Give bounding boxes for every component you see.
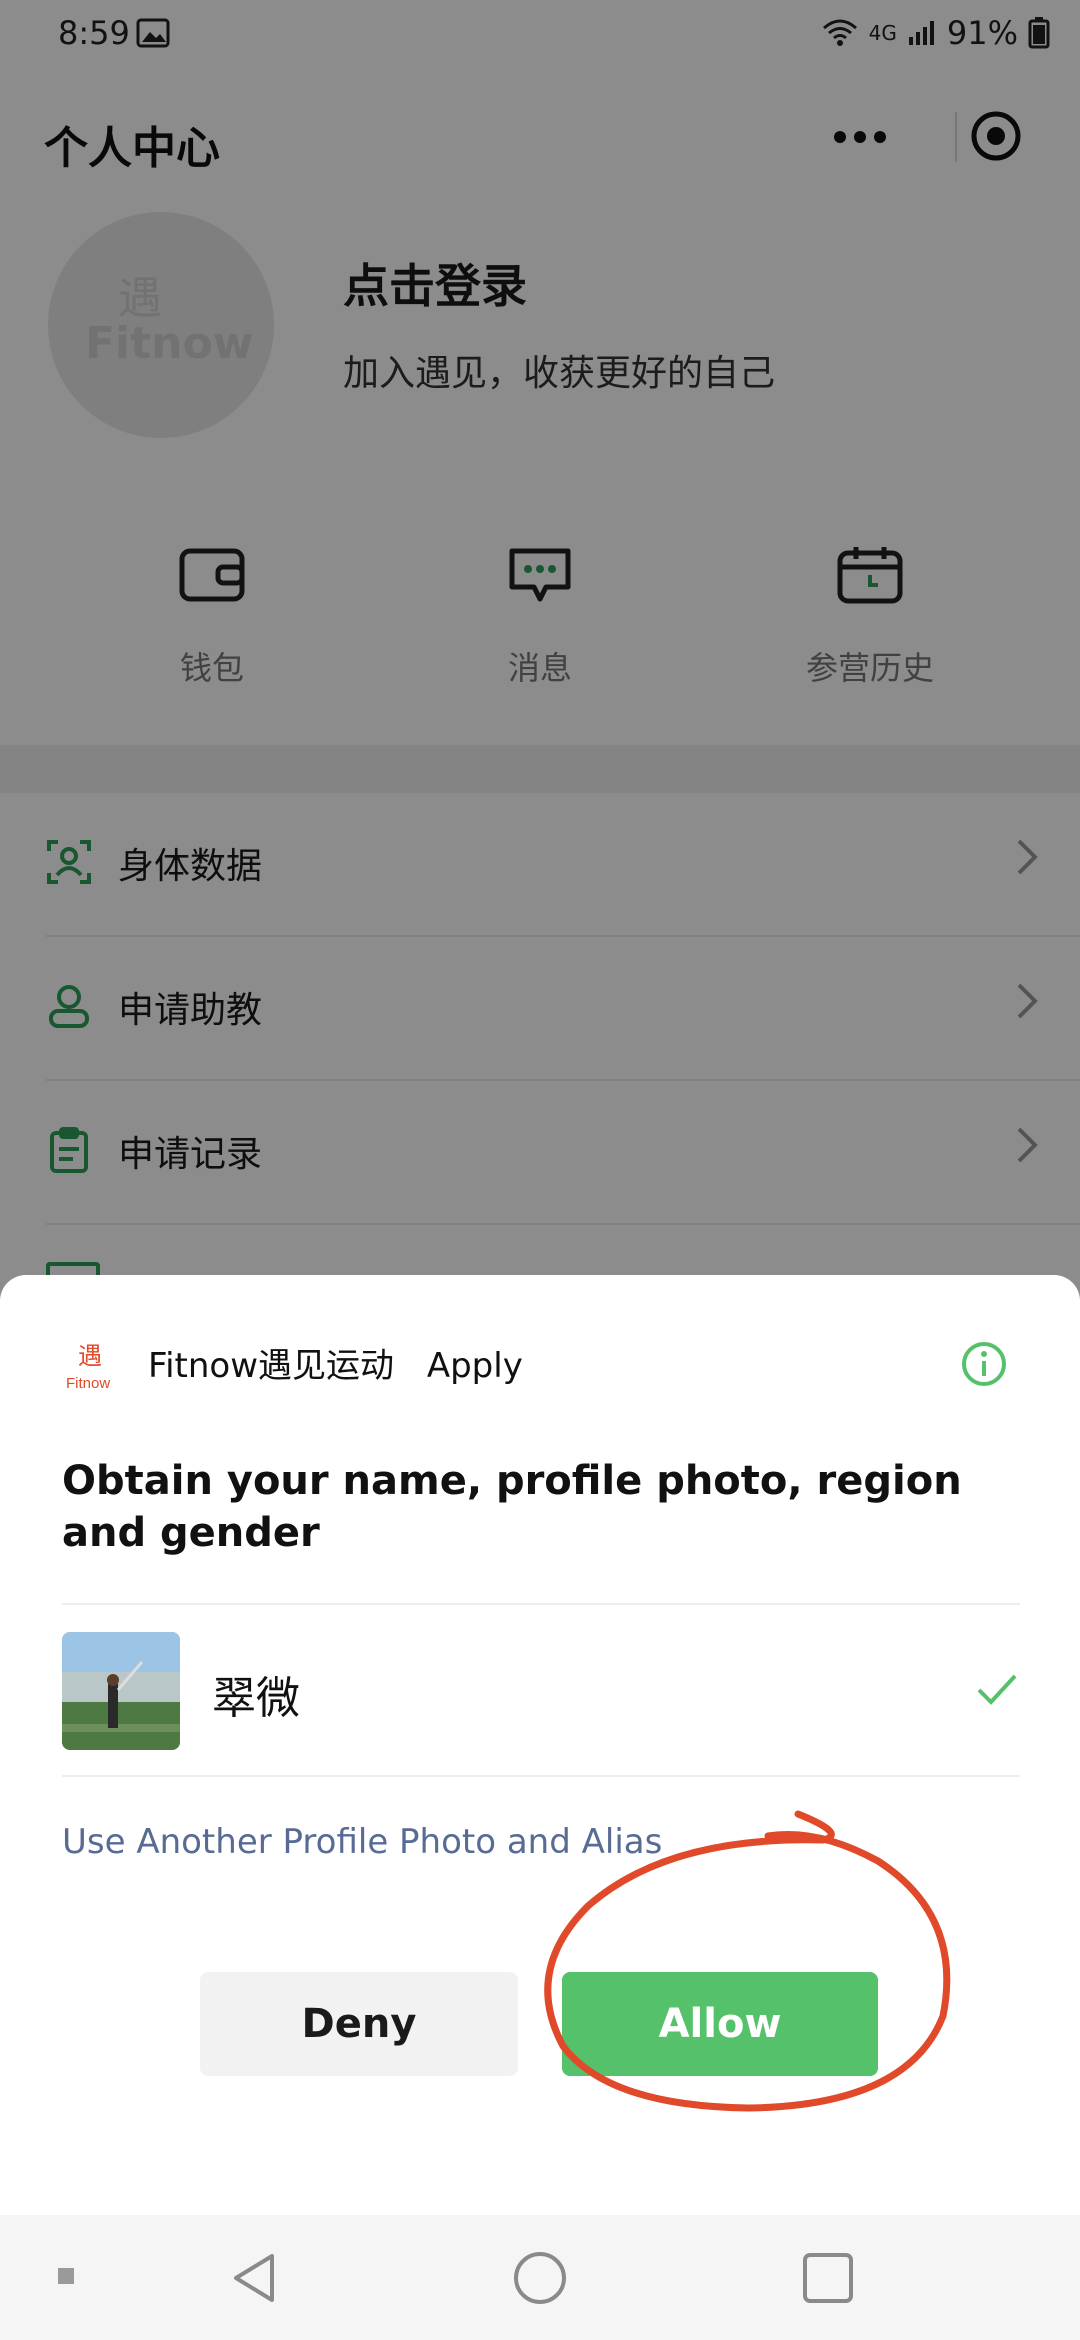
home-icon[interactable] (512, 2250, 568, 2306)
app-logo-text: Fitnow (66, 1375, 110, 1392)
annotation-circle (518, 1806, 958, 2116)
app-name: Fitnow遇见运动 (148, 1346, 395, 1386)
svg-text:遇: 遇 (78, 1342, 102, 1370)
recents-icon[interactable] (800, 2250, 856, 2306)
sheet-divider (62, 1775, 1020, 1777)
profile-photo (62, 1632, 180, 1750)
check-icon (976, 1672, 1018, 1708)
action-label: Apply (426, 1346, 523, 1386)
profile-name[interactable]: 翠微 (212, 1662, 300, 1726)
app-logo-icon: 遇 Fitnow (64, 1338, 124, 1392)
nav-dot-icon (58, 2268, 74, 2284)
info-icon[interactable] (960, 1340, 1008, 1388)
deny-button[interactable]: Deny (200, 1972, 518, 2076)
permission-text: Obtain your name, profile photo, region … (62, 1458, 962, 1556)
back-icon[interactable] (228, 2250, 280, 2306)
sheet-divider (62, 1603, 1020, 1605)
sheet-header: Fitnow遇见运动 Apply (148, 1338, 523, 1387)
